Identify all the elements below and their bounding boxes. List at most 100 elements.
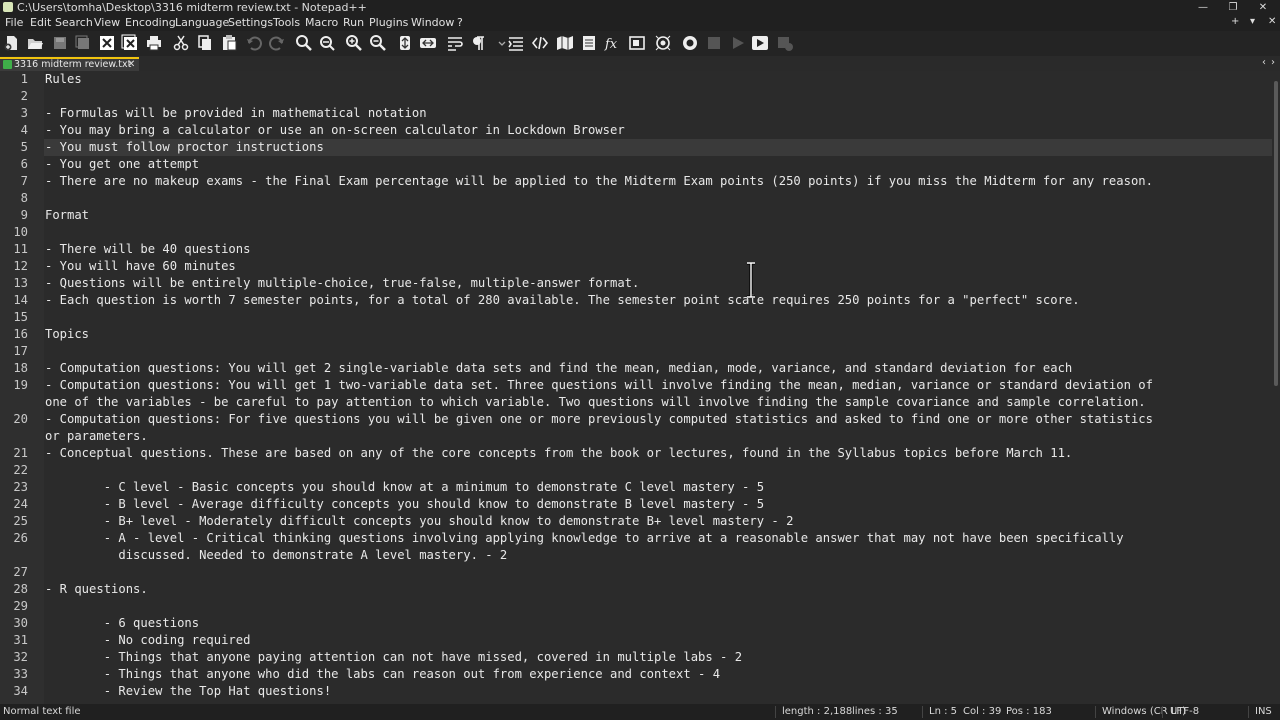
text-line[interactable]: - C level - Basic concepts you should kn…: [45, 479, 764, 496]
redo-icon[interactable]: [268, 34, 286, 52]
cut-icon[interactable]: [172, 34, 190, 52]
zoom-out-icon[interactable]: [369, 34, 387, 52]
print-icon[interactable]: [145, 34, 163, 52]
menu-search[interactable]: Search: [55, 15, 93, 31]
text-line[interactable]: - A - level - Critical thinking question…: [45, 530, 1124, 547]
menu-edit[interactable]: Edit: [30, 15, 51, 31]
line-number: 7: [20, 174, 28, 188]
text-line[interactable]: - There are no makeup exams - the Final …: [45, 173, 1153, 190]
status-divider: [1162, 706, 1163, 718]
text-line[interactable]: - B level - Average difficulty concepts …: [45, 496, 764, 513]
text-line[interactable]: - Things that anyone who did the labs ca…: [45, 666, 720, 683]
text-line[interactable]: - 6 questions: [45, 615, 199, 632]
menu-plugins[interactable]: Plugins: [369, 15, 408, 31]
menu-settings[interactable]: Settings: [228, 15, 273, 31]
line-number: 31: [13, 633, 28, 647]
doc-map-icon[interactable]: [556, 34, 574, 52]
doc-list-icon[interactable]: [580, 34, 598, 52]
text-line[interactable]: - Each question is worth 7 semester poin…: [45, 292, 1080, 309]
line-number: 23: [13, 480, 28, 494]
show-all-chars-icon[interactable]: [469, 34, 487, 52]
save-macro-icon[interactable]: [776, 34, 794, 52]
word-wrap-icon[interactable]: [446, 34, 464, 52]
replace-icon[interactable]: [318, 34, 336, 52]
status-lines: lines : 35: [852, 706, 898, 717]
scrollbar-thumb[interactable]: [1274, 81, 1278, 386]
vertical-scrollbar[interactable]: [1272, 71, 1280, 704]
menu-language[interactable]: Language: [175, 15, 229, 31]
minimize-button[interactable]: —: [1188, 0, 1218, 15]
line-number: 19: [13, 378, 28, 392]
text-line[interactable]: - Questions will be entirely multiple-ch…: [45, 275, 639, 292]
text-line[interactable]: Topics: [45, 326, 89, 343]
window-title: C:\Users\tomha\Desktop\3316 midterm revi…: [17, 1, 367, 14]
text-line[interactable]: - R questions.: [45, 581, 148, 598]
open-file-icon[interactable]: [26, 34, 44, 52]
monitoring-icon[interactable]: [654, 34, 672, 52]
menu-macro[interactable]: Macro: [305, 15, 338, 31]
text-line[interactable]: - B+ level - Moderately difficult concep…: [45, 513, 794, 530]
text-line[interactable]: - Conceptual questions. These are based …: [45, 445, 1072, 462]
text-line[interactable]: - Formulas will be provided in mathemati…: [45, 105, 427, 122]
text-line[interactable]: - You may bring a calculator or use an o…: [45, 122, 625, 139]
text-line[interactable]: - You get one attempt: [45, 156, 199, 173]
zoom-in-icon[interactable]: [345, 34, 363, 52]
status-divider: [1248, 706, 1249, 718]
text-line[interactable]: - There will be 40 questions: [45, 241, 250, 258]
folder-workspace-icon[interactable]: [628, 34, 646, 52]
line-number: 13: [13, 276, 28, 290]
close-icon[interactable]: [98, 34, 116, 52]
sync-h-icon[interactable]: [419, 34, 437, 52]
new-tab-plus-icon[interactable]: +: [1231, 16, 1239, 27]
close-window-button[interactable]: ✕: [1248, 0, 1278, 15]
line-number: 18: [13, 361, 28, 375]
text-line[interactable]: - You must follow proctor instructions: [45, 139, 324, 156]
menu-encoding[interactable]: Encoding: [125, 15, 176, 31]
tab-bar: 3316 midterm review.txt ✕: [0, 56, 1280, 72]
indent-guide-icon[interactable]: [507, 34, 525, 52]
text-line[interactable]: or parameters.: [45, 428, 148, 445]
text-line[interactable]: one of the variables - be careful to pay…: [45, 394, 1146, 411]
paste-icon[interactable]: [220, 34, 238, 52]
menu-view[interactable]: View: [94, 15, 120, 31]
text-line[interactable]: - Computation questions: You will get 1 …: [45, 377, 1153, 394]
menu-tools[interactable]: Tools: [273, 15, 300, 31]
text-line[interactable]: Format: [45, 207, 89, 224]
menu-run[interactable]: Run: [343, 15, 364, 31]
text-line[interactable]: discussed. Needed to demonstrate A level…: [45, 547, 507, 564]
undo-icon[interactable]: [245, 34, 263, 52]
menu-window[interactable]: Window: [411, 15, 454, 31]
menu-file[interactable]: File: [5, 15, 23, 31]
copy-icon[interactable]: [196, 34, 214, 52]
text-line[interactable]: Rules: [45, 71, 82, 88]
tab-scroll-right-icon[interactable]: ›: [1271, 57, 1275, 68]
record-macro-icon[interactable]: [681, 34, 699, 52]
text-line[interactable]: - Computation questions: For five questi…: [45, 411, 1153, 428]
find-icon[interactable]: [295, 34, 313, 52]
udl-icon[interactable]: [531, 34, 549, 52]
tab-close-icon[interactable]: ✕: [127, 59, 135, 70]
maximize-button[interactable]: ❐: [1218, 0, 1248, 15]
text-line[interactable]: - Things that anyone paying attention ca…: [45, 649, 742, 666]
text-line[interactable]: - Computation questions: You will get 2 …: [45, 360, 1072, 377]
status-insert-mode: INS: [1255, 706, 1272, 717]
new-file-icon[interactable]: [3, 34, 21, 52]
play-macro-icon[interactable]: [729, 34, 747, 52]
tab-scroll-left-icon[interactable]: ‹: [1262, 57, 1266, 68]
function-list-icon[interactable]: fx: [604, 34, 622, 52]
menu-help[interactable]: ?: [457, 15, 463, 31]
text-line[interactable]: - Review the Top Hat questions!: [45, 683, 331, 700]
save-all-icon[interactable]: [74, 34, 92, 52]
text-line[interactable]: - You will have 60 minutes: [45, 258, 236, 275]
close-doc-icon[interactable]: ✕: [1268, 16, 1276, 27]
tab-list-dropdown-icon[interactable]: ▾: [1250, 16, 1255, 27]
text-line[interactable]: - No coding required: [45, 632, 251, 649]
run-macro-multiple-icon[interactable]: [751, 34, 769, 52]
close-all-icon[interactable]: [121, 34, 139, 52]
editor-area[interactable]: 1 Rules 2 3- Formulas will be provided in m…: [0, 71, 1272, 704]
svg-text:fx: fx: [604, 37, 618, 52]
stop-macro-icon[interactable]: [705, 34, 723, 52]
save-icon[interactable]: [51, 34, 69, 52]
sync-v-icon[interactable]: [396, 34, 414, 52]
tab-3316-midterm-review[interactable]: 3316 midterm review.txt ✕: [0, 57, 139, 71]
